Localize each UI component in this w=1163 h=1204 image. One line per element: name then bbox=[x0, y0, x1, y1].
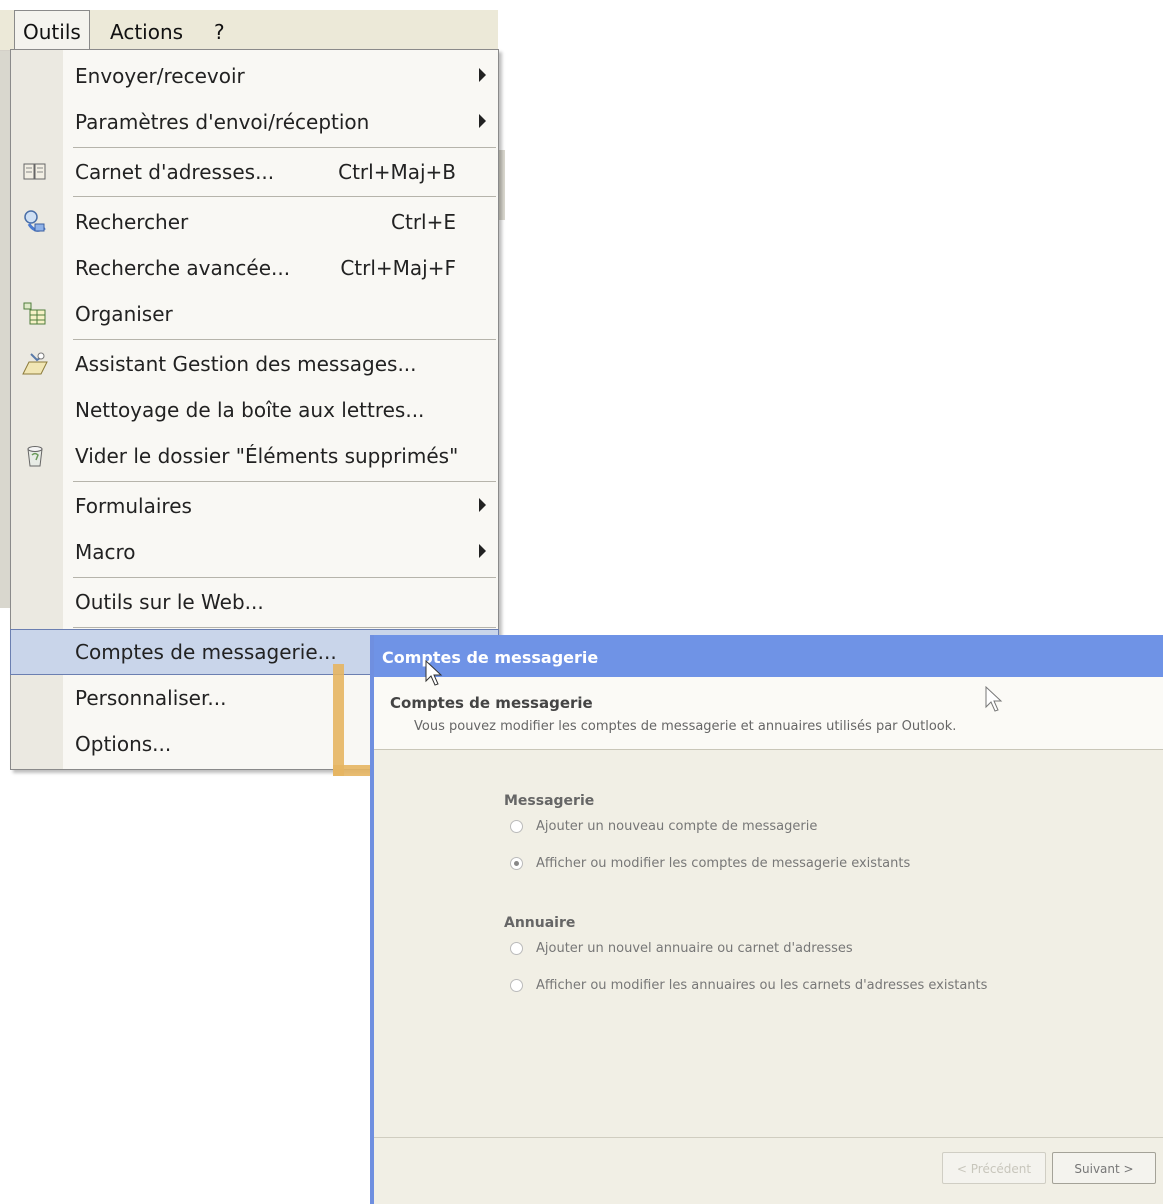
menu-item-label: Options... bbox=[75, 732, 172, 756]
dialog-title: Comptes de messagerie bbox=[382, 648, 599, 667]
menu-help[interactable]: ? bbox=[206, 10, 233, 50]
menu-item-nettoyage[interactable]: Nettoyage de la boîte aux lettres... bbox=[11, 388, 498, 432]
menu-separator bbox=[73, 481, 496, 482]
menu-separator bbox=[73, 627, 496, 628]
menu-item-outils-web[interactable]: Outils sur le Web... bbox=[11, 580, 498, 624]
menu-item-macro[interactable]: Macro bbox=[11, 530, 498, 574]
menu-item-organiser[interactable]: Organiser bbox=[11, 292, 498, 336]
radio-button[interactable] bbox=[510, 857, 523, 870]
menu-item-recherche-avancee[interactable]: Recherche avancée... Ctrl+Maj+F bbox=[11, 246, 498, 290]
section-annuaire-title: Annuaire bbox=[504, 915, 576, 931]
radio-label: Ajouter un nouveau compte de messagerie bbox=[536, 819, 818, 834]
menu-bar: Outils Actions ? bbox=[0, 10, 498, 51]
menu-item-label: Recherche avancée... bbox=[75, 256, 291, 280]
submenu-arrow-icon bbox=[479, 68, 486, 82]
menu-help-label: ? bbox=[214, 20, 225, 44]
menu-item-label: Envoyer/recevoir bbox=[75, 64, 245, 88]
section-messagerie-title: Messagerie bbox=[504, 793, 595, 809]
dialog-header-title: Comptes de messagerie bbox=[390, 694, 593, 712]
menu-item-envoyer-recevoir[interactable]: Envoyer/recevoir bbox=[11, 54, 498, 98]
menu-outils-label: Outils bbox=[23, 20, 81, 44]
menu-item-label: Outils sur le Web... bbox=[75, 590, 264, 614]
menu-item-label: Macro bbox=[75, 540, 136, 564]
menu-separator bbox=[73, 577, 496, 578]
menu-item-label: Personnaliser... bbox=[75, 686, 227, 710]
organize-icon bbox=[23, 302, 46, 325]
radio-button[interactable] bbox=[510, 820, 523, 833]
address-book-icon bbox=[23, 163, 46, 180]
submenu-arrow-icon bbox=[479, 544, 486, 558]
menu-item-label: Assistant Gestion des messages... bbox=[75, 352, 417, 376]
menu-item-label: Carnet d'adresses... bbox=[75, 160, 275, 184]
menu-item-label: Nettoyage de la boîte aux lettres... bbox=[75, 398, 425, 422]
dialog-titlebar[interactable]: Comptes de messagerie bbox=[374, 635, 1163, 677]
background-panel bbox=[0, 48, 10, 608]
footer-divider bbox=[374, 1137, 1163, 1138]
menu-item-parametres-envoi[interactable]: Paramètres d'envoi/réception bbox=[11, 100, 498, 144]
submenu-arrow-icon bbox=[479, 498, 486, 512]
menu-item-formulaires[interactable]: Formulaires bbox=[11, 484, 498, 528]
radio-button[interactable] bbox=[510, 979, 523, 992]
radio-label: Afficher ou modifier les comptes de mess… bbox=[536, 856, 911, 871]
menu-separator bbox=[73, 147, 496, 148]
menu-item-shortcut: Ctrl+E bbox=[391, 210, 456, 234]
menu-outils[interactable]: Outils bbox=[14, 10, 90, 50]
mouse-cursor-icon bbox=[425, 660, 443, 686]
menu-actions-label: Actions bbox=[110, 20, 184, 44]
radio-label: Afficher ou modifier les annuaires ou le… bbox=[536, 978, 988, 993]
next-button[interactable]: Suivant > bbox=[1052, 1152, 1156, 1184]
menu-actions[interactable]: Actions bbox=[102, 10, 191, 50]
menu-item-shortcut: Ctrl+Maj+F bbox=[340, 256, 456, 280]
dialog-header-subtitle: Vous pouvez modifier les comptes de mess… bbox=[414, 719, 957, 734]
previous-button[interactable]: < Précédent bbox=[942, 1152, 1046, 1184]
trash-icon bbox=[27, 446, 43, 467]
menu-item-vider-supprimes[interactable]: Vider le dossier "Éléments supprimés" bbox=[11, 434, 498, 478]
radio-label: Ajouter un nouvel annuaire ou carnet d'a… bbox=[536, 941, 853, 956]
menu-item-label: Organiser bbox=[75, 302, 173, 326]
dialog-header: Comptes de messagerie Vous pouvez modifi… bbox=[374, 677, 1163, 750]
menu-item-label: Formulaires bbox=[75, 494, 192, 518]
radio-button[interactable] bbox=[510, 942, 523, 955]
menu-item-label: Vider le dossier "Éléments supprimés" bbox=[75, 444, 459, 468]
mouse-cursor-icon bbox=[985, 686, 1003, 712]
menu-item-shortcut: Ctrl+Maj+B bbox=[338, 160, 456, 184]
menu-separator bbox=[73, 196, 496, 197]
menu-item-label: Paramètres d'envoi/réception bbox=[75, 110, 370, 134]
menu-item-carnet-adresses[interactable]: Carnet d'adresses... Ctrl+Maj+B bbox=[11, 150, 498, 194]
menu-item-rechercher[interactable]: Rechercher Ctrl+E bbox=[11, 200, 498, 244]
email-accounts-dialog: Comptes de messagerie Comptes de message… bbox=[370, 635, 1163, 1204]
menu-item-label: Rechercher bbox=[75, 210, 189, 234]
menu-item-assistant-gestion[interactable]: Assistant Gestion des messages... bbox=[11, 342, 498, 386]
submenu-arrow-icon bbox=[479, 114, 486, 128]
rules-wizard-icon bbox=[22, 352, 48, 375]
annotation-arrow-stem bbox=[333, 664, 344, 776]
menu-separator bbox=[73, 339, 496, 340]
search-icon bbox=[24, 210, 46, 232]
menu-item-label: Comptes de messagerie... bbox=[75, 640, 337, 664]
